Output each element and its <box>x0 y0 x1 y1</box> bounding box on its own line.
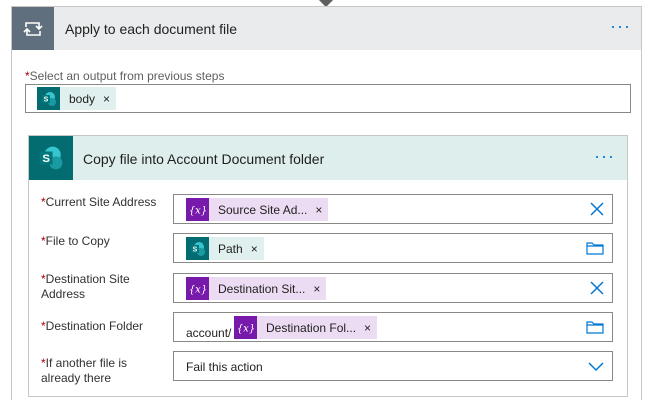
folder-icon[interactable] <box>586 320 604 337</box>
token-body[interactable]: S body × <box>37 87 117 110</box>
token-label: body <box>69 91 96 106</box>
folder-icon[interactable] <box>586 241 604 258</box>
if-file-exists-label: *If another file is already there <box>41 356 128 385</box>
remove-token-icon[interactable]: × <box>315 203 322 217</box>
loop-icon <box>12 7 54 50</box>
svg-text:S: S <box>42 153 50 165</box>
file-to-copy-field[interactable]: S Path × <box>173 233 613 263</box>
destination-site-address-field[interactable]: {x} Destination Sit... × <box>173 273 613 303</box>
svg-text:S: S <box>192 246 197 253</box>
remove-token-icon[interactable]: × <box>103 92 110 106</box>
svg-text:{x}: {x} <box>189 205 207 216</box>
svg-text:{x}: {x} <box>189 284 207 295</box>
token-destination-folder[interactable]: {x} Destination Fol... × <box>234 316 378 339</box>
copy-file-action-card: S Copy file into Account Document folder… <box>28 135 628 397</box>
clear-icon[interactable] <box>590 202 604 219</box>
current-site-address-label: *Current Site Address <box>41 195 157 209</box>
token-label: Destination Fol... <box>266 320 357 335</box>
loop-title: Apply to each document file <box>65 21 237 37</box>
remove-token-icon[interactable]: × <box>364 321 371 335</box>
token-label: Destination Sit... <box>218 281 306 296</box>
folder-prefix-text: account/ <box>186 326 232 340</box>
more-options-icon[interactable]: ··· <box>610 17 631 35</box>
sharepoint-icon: S <box>37 87 60 110</box>
svg-text:S: S <box>43 96 48 103</box>
token-label: Path <box>218 241 243 256</box>
apply-to-each-card: Apply to each document file ··· *Select … <box>11 6 642 400</box>
if-file-exists-dropdown[interactable]: Fail this action <box>173 351 613 381</box>
apply-to-each-header[interactable]: Apply to each document file ··· <box>12 7 641 50</box>
variable-icon: {x} <box>186 277 209 300</box>
copy-file-action-header[interactable]: S Copy file into Account Document folder… <box>29 136 627 180</box>
chevron-down-icon[interactable] <box>588 360 604 375</box>
sharepoint-icon: S <box>29 136 73 180</box>
sharepoint-icon: S <box>186 237 209 260</box>
current-site-address-field[interactable]: {x} Source Site Ad... × <box>173 194 613 224</box>
destination-site-address-label: *Destination Site Address <box>41 272 130 301</box>
select-output-label: *Select an output from previous steps <box>25 69 225 83</box>
file-to-copy-label: *File to Copy <box>41 234 110 248</box>
destination-folder-field[interactable]: account/ {x} Destination Fol... × <box>173 312 613 342</box>
action-title: Copy file into Account Document folder <box>83 151 325 167</box>
more-options-icon[interactable]: ··· <box>594 147 615 165</box>
select-output-field[interactable]: S body × <box>25 84 631 113</box>
svg-text:{x}: {x} <box>237 323 255 334</box>
remove-token-icon[interactable]: × <box>251 242 258 256</box>
destination-folder-label: *Destination Folder <box>41 319 144 333</box>
token-label: Source Site Ad... <box>218 202 308 217</box>
token-path[interactable]: S Path × <box>186 237 264 260</box>
token-destination-site-address[interactable]: {x} Destination Sit... × <box>186 277 327 300</box>
remove-token-icon[interactable]: × <box>313 282 320 296</box>
variable-icon: {x} <box>234 316 257 339</box>
variable-icon: {x} <box>186 198 209 221</box>
dropdown-selected-value: Fail this action <box>186 360 263 374</box>
token-source-site-address[interactable]: {x} Source Site Ad... × <box>186 198 329 221</box>
clear-icon[interactable] <box>590 281 604 298</box>
